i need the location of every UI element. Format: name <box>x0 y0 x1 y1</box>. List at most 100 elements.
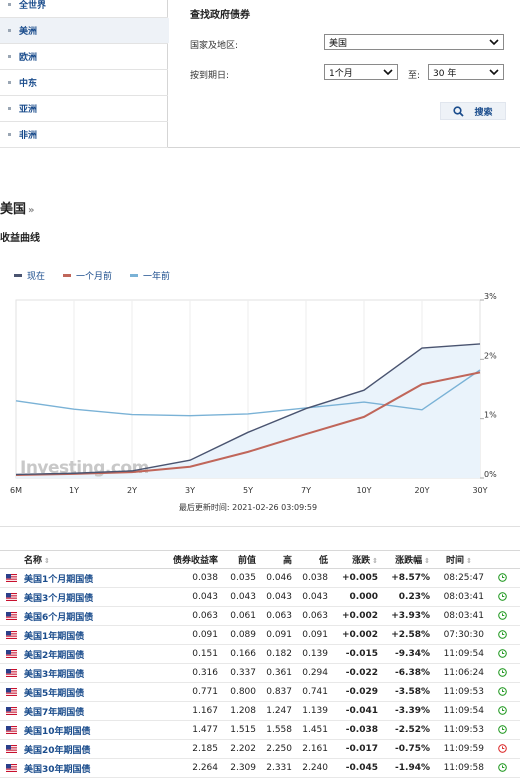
last-updated: 最后更新时间: 2021-02-26 03:09:59 <box>178 503 318 512</box>
header-low[interactable]: 低 <box>296 550 332 569</box>
bullet-icon <box>8 29 11 32</box>
low-cell: 0.043 <box>296 587 332 607</box>
x-tick-label: 6M <box>10 486 22 495</box>
chg-cell: +0.005 <box>332 568 382 588</box>
bond-name-link[interactable]: 美国3个月期国债 <box>22 587 152 607</box>
clock-icon <box>488 587 520 607</box>
finder-title: 查找政府债券 <box>190 10 250 21</box>
table-row[interactable]: 美国3年期国债 0.316 0.337 0.361 0.294 -0.022 -6.38% 1… <box>0 663 520 683</box>
x-tick-label: 3Y <box>185 486 195 495</box>
header-yield[interactable]: 债券收益率 <box>152 550 222 569</box>
high-cell: 1.247 <box>260 701 296 721</box>
table-row[interactable]: 美国1年期国债 0.091 0.089 0.091 0.091 +0.002 +2.58% 0… <box>0 625 520 645</box>
sidebar-item-label: 欧洲 <box>19 53 38 63</box>
bond-name-link[interactable]: 美国7年期国债 <box>22 701 152 721</box>
legend-item-month-ago[interactable]: 一个月前 <box>63 269 112 282</box>
header-flag <box>0 550 22 569</box>
header-time[interactable]: 时间 ⇕ <box>434 550 488 569</box>
us-flag-icon <box>0 587 22 607</box>
maturity-from-select[interactable]: 1个月 <box>324 64 398 80</box>
x-tick-label: 20Y <box>414 486 429 495</box>
prev-cell: 0.061 <box>222 606 260 626</box>
sidebar-item-europe[interactable]: 欧洲 <box>0 44 168 70</box>
time-cell: 11:09:53 <box>434 682 488 702</box>
yield-cell: 1.167 <box>152 701 222 721</box>
header-name[interactable]: 名称 ⇕ <box>22 550 152 569</box>
sort-icon: ⇕ <box>424 557 430 565</box>
chg-pct-cell: -6.38% <box>382 663 434 683</box>
high-cell: 0.043 <box>260 587 296 607</box>
sidebar-item-middle-east[interactable]: 中东 <box>0 70 168 96</box>
us-flag-icon <box>0 701 22 721</box>
bullet-icon <box>8 55 11 58</box>
sidebar-item-americas[interactable]: 美洲 <box>0 18 169 44</box>
country-label: 国家及地区: <box>190 41 239 51</box>
header-high[interactable]: 高 <box>260 550 296 569</box>
bond-name-link[interactable]: 美国20年期国债 <box>22 739 152 759</box>
high-cell: 0.837 <box>260 682 296 702</box>
header-prev[interactable]: 前值 <box>222 550 260 569</box>
legend-item-year-ago[interactable]: 一年前 <box>130 269 170 282</box>
high-cell: 0.063 <box>260 606 296 626</box>
bond-name-link[interactable]: 美国6个月期国债 <box>22 606 152 626</box>
prev-cell: 0.337 <box>222 663 260 683</box>
prev-cell: 1.208 <box>222 701 260 721</box>
search-icon <box>453 105 465 117</box>
sidebar-item-label: 中东 <box>19 79 38 89</box>
bond-name-link[interactable]: 美国10年期国债 <box>22 720 152 740</box>
us-flag-icon <box>0 739 22 759</box>
clock-icon <box>488 682 520 702</box>
x-tick-label: 1Y <box>69 486 79 495</box>
bond-name-link[interactable]: 美国30年期国债 <box>22 758 152 778</box>
table-row[interactable]: 美国5年期国债 0.771 0.800 0.837 0.741 -0.029 -3.58% 1… <box>0 682 520 702</box>
us-flag-icon <box>0 758 22 778</box>
maturity-to-select[interactable]: 30 年 <box>428 64 504 80</box>
high-cell: 0.091 <box>260 625 296 645</box>
table-row[interactable]: 美国6个月期国债 0.063 0.061 0.063 0.063 +0.002 +3.93%… <box>0 606 520 626</box>
country-heading[interactable]: 美国» <box>0 198 34 217</box>
header-chg-pct[interactable]: 涨跌幅 ⇕ <box>382 550 434 569</box>
bond-name-link[interactable]: 美国1个月期国债 <box>22 568 152 588</box>
clock-icon <box>488 758 520 778</box>
us-flag-icon <box>0 568 22 588</box>
country-select[interactable]: 美国 <box>324 34 504 50</box>
table-row[interactable]: 美国1个月期国债 0.038 0.035 0.046 0.038 +0.005 +8.57%… <box>0 568 520 588</box>
x-tick-label: 10Y <box>356 486 371 495</box>
sidebar-item-africa[interactable]: 非洲 <box>0 122 168 148</box>
chg-pct-cell: +8.57% <box>382 568 434 588</box>
search-button[interactable]: 搜索 <box>440 102 506 120</box>
y-tick-label: 3% <box>484 292 497 301</box>
chg-pct-cell: -9.34% <box>382 644 434 664</box>
yield-cell: 0.091 <box>152 625 222 645</box>
low-cell: 2.161 <box>296 739 332 759</box>
clock-icon <box>488 663 520 683</box>
legend-swatch <box>14 274 22 277</box>
legend-label: 现在 <box>27 272 46 282</box>
high-cell: 2.250 <box>260 739 296 759</box>
high-cell: 2.331 <box>260 758 296 778</box>
prev-cell: 0.035 <box>222 568 260 588</box>
table-row[interactable]: 美国30年期国债 2.264 2.309 2.331 2.240 -0.045 -1.94%… <box>0 758 520 778</box>
chg-pct-cell: +2.58% <box>382 625 434 645</box>
yield-curve-title: 收益曲线 <box>0 233 40 244</box>
y-tick-label: 0% <box>484 470 497 479</box>
legend-item-now[interactable]: 现在 <box>14 269 45 282</box>
header-chg[interactable]: 涨跌 ⇕ <box>332 550 382 569</box>
table-row[interactable]: 美国3个月期国债 0.043 0.043 0.043 0.043 0.000 0.23% 08… <box>0 587 520 607</box>
bond-name-link[interactable]: 美国2年期国债 <box>22 644 152 664</box>
sidebar-item-asia[interactable]: 亚洲 <box>0 96 168 122</box>
table-row[interactable]: 美国20年期国债 2.185 2.202 2.250 2.161 -0.017 -0.75%… <box>0 739 520 759</box>
chg-cell: -0.017 <box>332 739 382 759</box>
bond-name-link[interactable]: 美国5年期国债 <box>22 682 152 702</box>
table-row[interactable]: 美国7年期国债 1.167 1.208 1.247 1.139 -0.041 -3.39% 1… <box>0 701 520 721</box>
sidebar-item-world[interactable]: 全世界 <box>0 0 168 18</box>
clock-icon <box>488 606 520 626</box>
chg-cell: -0.022 <box>332 663 382 683</box>
bond-name-link[interactable]: 美国1年期国债 <box>22 625 152 645</box>
table-row[interactable]: 美国2年期国债 0.151 0.166 0.182 0.139 -0.015 -9.34% 1… <box>0 644 520 664</box>
table-row[interactable]: 美国10年期国债 1.477 1.515 1.558 1.451 -0.038 -2.52%… <box>0 720 520 740</box>
country-select-value: 美国 <box>329 38 348 49</box>
bond-name-link[interactable]: 美国3年期国债 <box>22 663 152 683</box>
low-cell: 0.294 <box>296 663 332 683</box>
chg-pct-cell: -0.75% <box>382 739 434 759</box>
